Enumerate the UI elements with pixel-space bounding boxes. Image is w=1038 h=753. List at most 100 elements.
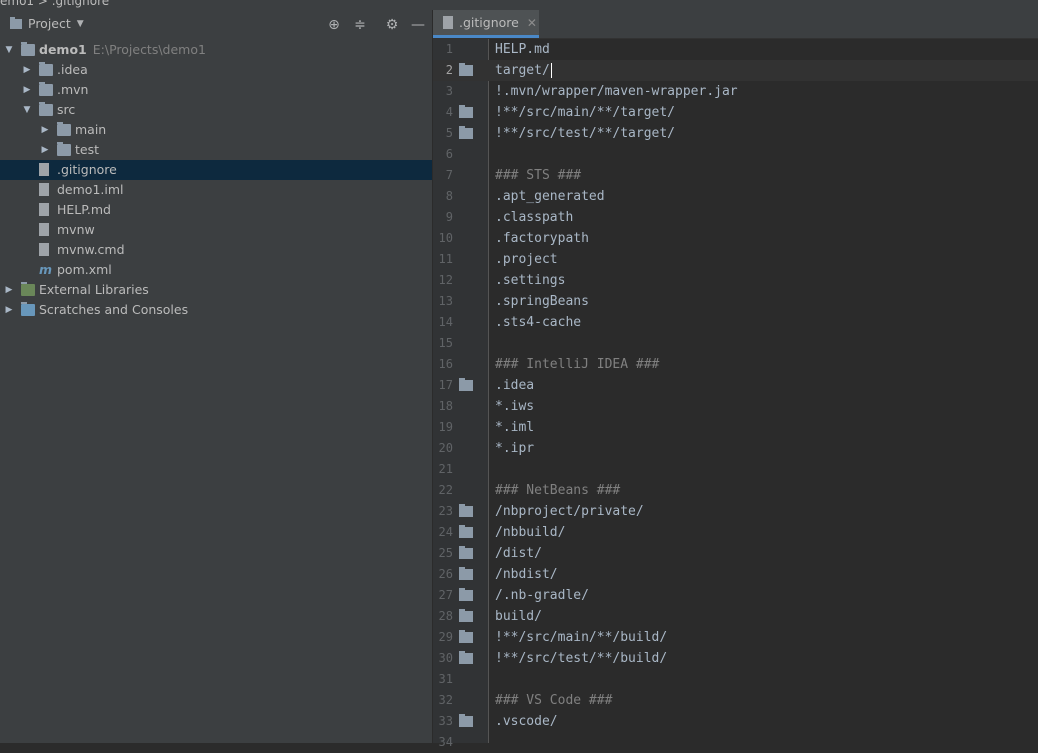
code-line[interactable]: 25/dist/ (433, 543, 1038, 564)
tree-row[interactable]: .gitignore (0, 160, 432, 180)
libraries-icon (21, 282, 35, 296)
code-line[interactable]: 7 ### STS ### (433, 165, 1038, 186)
line-number: 24 (438, 525, 453, 539)
code-line[interactable]: 12 .settings (433, 270, 1038, 291)
tree-row[interactable]: ▶ Scratches and Consoles (0, 300, 432, 320)
chevron-down-icon[interactable]: ▼ (22, 100, 32, 120)
code-line[interactable]: 29 !**/src/main/**/build/ (433, 627, 1038, 648)
editor-area: .gitignore ✕ 1 HELP.md 2 target/3 !.mvn/wrap… (433, 10, 1038, 749)
code-line[interactable]: 17 .idea (433, 375, 1038, 396)
code-line[interactable]: 8 .apt_generated (433, 186, 1038, 207)
code-text: .settings (495, 273, 566, 288)
chevron-down-icon[interactable]: ▼ (4, 40, 14, 60)
project-view-selector[interactable]: Project ▼ (10, 16, 84, 31)
code-line[interactable]: 27 /.nb-gradle/ (433, 585, 1038, 606)
editor-tab-bar: .gitignore ✕ (433, 10, 1038, 39)
folder-icon (39, 82, 53, 96)
code-line[interactable]: 9 .classpath (433, 207, 1038, 228)
code-line[interactable]: 15 (433, 333, 1038, 354)
code-text: !**/src/main/**/build/ (495, 630, 668, 645)
tree-item-label: pom.xml (57, 262, 112, 277)
code-line[interactable]: 5 !**/src/test/**/target/ (433, 123, 1038, 144)
chevron-right-icon[interactable]: ▶ (4, 300, 14, 320)
tree-row[interactable]: ▼ demo1 E:\Projects\demo1 (0, 40, 432, 60)
code-line[interactable]: 33 .vscode/ (433, 711, 1038, 732)
gitignore-file-icon (443, 16, 453, 29)
code-line[interactable]: 23/nbproject/private/ (433, 501, 1038, 522)
code-text: !.mvn/wrapper/maven-wrapper.jar (495, 84, 738, 99)
folder-icon (459, 63, 473, 76)
line-number: 33 (438, 714, 453, 728)
tree-row[interactable]: ▶ .idea (0, 60, 432, 80)
chevron-right-icon[interactable]: ▶ (40, 120, 50, 140)
tree-row[interactable]: ▼ src (0, 100, 432, 120)
code-line[interactable]: 31 (433, 669, 1038, 690)
chevron-right-icon[interactable]: ▶ (4, 280, 14, 300)
tree-row[interactable]: HELP.md (0, 200, 432, 220)
line-number: 26 (438, 567, 453, 581)
tree-row[interactable]: mvnw.cmd (0, 240, 432, 260)
code-line[interactable]: 2 target/ (433, 60, 1038, 81)
tab-gitignore[interactable]: .gitignore ✕ (433, 10, 539, 38)
line-number: 18 (438, 399, 453, 413)
code-line[interactable]: 16 ### IntelliJ IDEA ### (433, 354, 1038, 375)
folder-icon (39, 62, 53, 76)
code-line[interactable]: 14 .sts4-cache (433, 312, 1038, 333)
chevron-right-icon[interactable]: ▶ (22, 60, 32, 80)
tree-row[interactable]: ▶ .mvn (0, 80, 432, 100)
text-file-icon (39, 243, 49, 256)
line-number: 16 (438, 357, 453, 371)
code-line[interactable]: 20 *.ipr (433, 438, 1038, 459)
tree-row[interactable]: ▶ test (0, 140, 432, 160)
folder-icon (459, 714, 473, 727)
code-line[interactable]: 3 !.mvn/wrapper/maven-wrapper.jar (433, 81, 1038, 102)
tree-row[interactable]: ▶ External Libraries (0, 280, 432, 300)
tree-row[interactable]: ▶ main (0, 120, 432, 140)
tree-item-label: Scratches and Consoles (39, 302, 189, 317)
markdown-file-icon (39, 203, 49, 216)
code-line[interactable]: 19 *.iml (433, 417, 1038, 438)
minimize-icon[interactable]: — (410, 17, 426, 33)
close-icon[interactable]: ✕ (527, 16, 537, 30)
breadcrumb[interactable]: emo1 > .gitignore (0, 0, 109, 8)
tree-item-label: main (75, 122, 107, 137)
tree-row[interactable]: m pom.xml (0, 260, 432, 280)
code-line[interactable]: 18 *.iws (433, 396, 1038, 417)
code-text: *.iml (495, 420, 535, 435)
collapse-icon[interactable]: ≑ (352, 17, 368, 33)
code-line[interactable]: 26/nbdist/ (433, 564, 1038, 585)
code-line[interactable]: 4 !**/src/main/**/target/ (433, 102, 1038, 123)
code-text: ### NetBeans ### (495, 483, 621, 498)
code-text: /dist/ (495, 546, 542, 561)
code-line[interactable]: 28 build/ (433, 606, 1038, 627)
code-line[interactable]: 13 .springBeans (433, 291, 1038, 312)
code-line[interactable]: 22 ### NetBeans ### (433, 480, 1038, 501)
tree-item-label: .mvn (57, 82, 89, 97)
tree-item-label: .gitignore (57, 162, 117, 177)
locate-icon[interactable]: ⊕ (326, 17, 342, 33)
code-text: ### VS Code ### (495, 693, 613, 708)
tree-row[interactable]: demo1.iml (0, 180, 432, 200)
code-line[interactable]: 21 (433, 459, 1038, 480)
scratches-icon (21, 302, 35, 316)
code-line[interactable]: 30 !**/src/test/**/build/ (433, 648, 1038, 669)
line-number: 5 (445, 126, 453, 140)
code-text: .apt_generated (495, 189, 605, 204)
code-line[interactable]: 1 HELP.md (433, 39, 1038, 60)
chevron-right-icon[interactable]: ▶ (40, 140, 50, 160)
code-line[interactable]: 11 .project (433, 249, 1038, 270)
maven-file-icon: m (39, 262, 53, 277)
line-number: 2 (445, 63, 453, 77)
chevron-right-icon[interactable]: ▶ (22, 80, 32, 100)
line-number: 17 (438, 378, 453, 392)
tree-row[interactable]: mvnw (0, 220, 432, 240)
code-text: /.nb-gradle/ (495, 588, 589, 603)
code-line[interactable]: 32 ### VS Code ### (433, 690, 1038, 711)
code-line[interactable]: 10 .factorypath (433, 228, 1038, 249)
line-number: 10 (438, 231, 453, 245)
code-line[interactable]: 6 (433, 144, 1038, 165)
gear-icon[interactable]: ⚙ (384, 17, 400, 33)
code-line[interactable]: 24/nbbuild/ (433, 522, 1038, 543)
line-number: 11 (438, 252, 453, 266)
code-text: .springBeans (495, 294, 589, 309)
